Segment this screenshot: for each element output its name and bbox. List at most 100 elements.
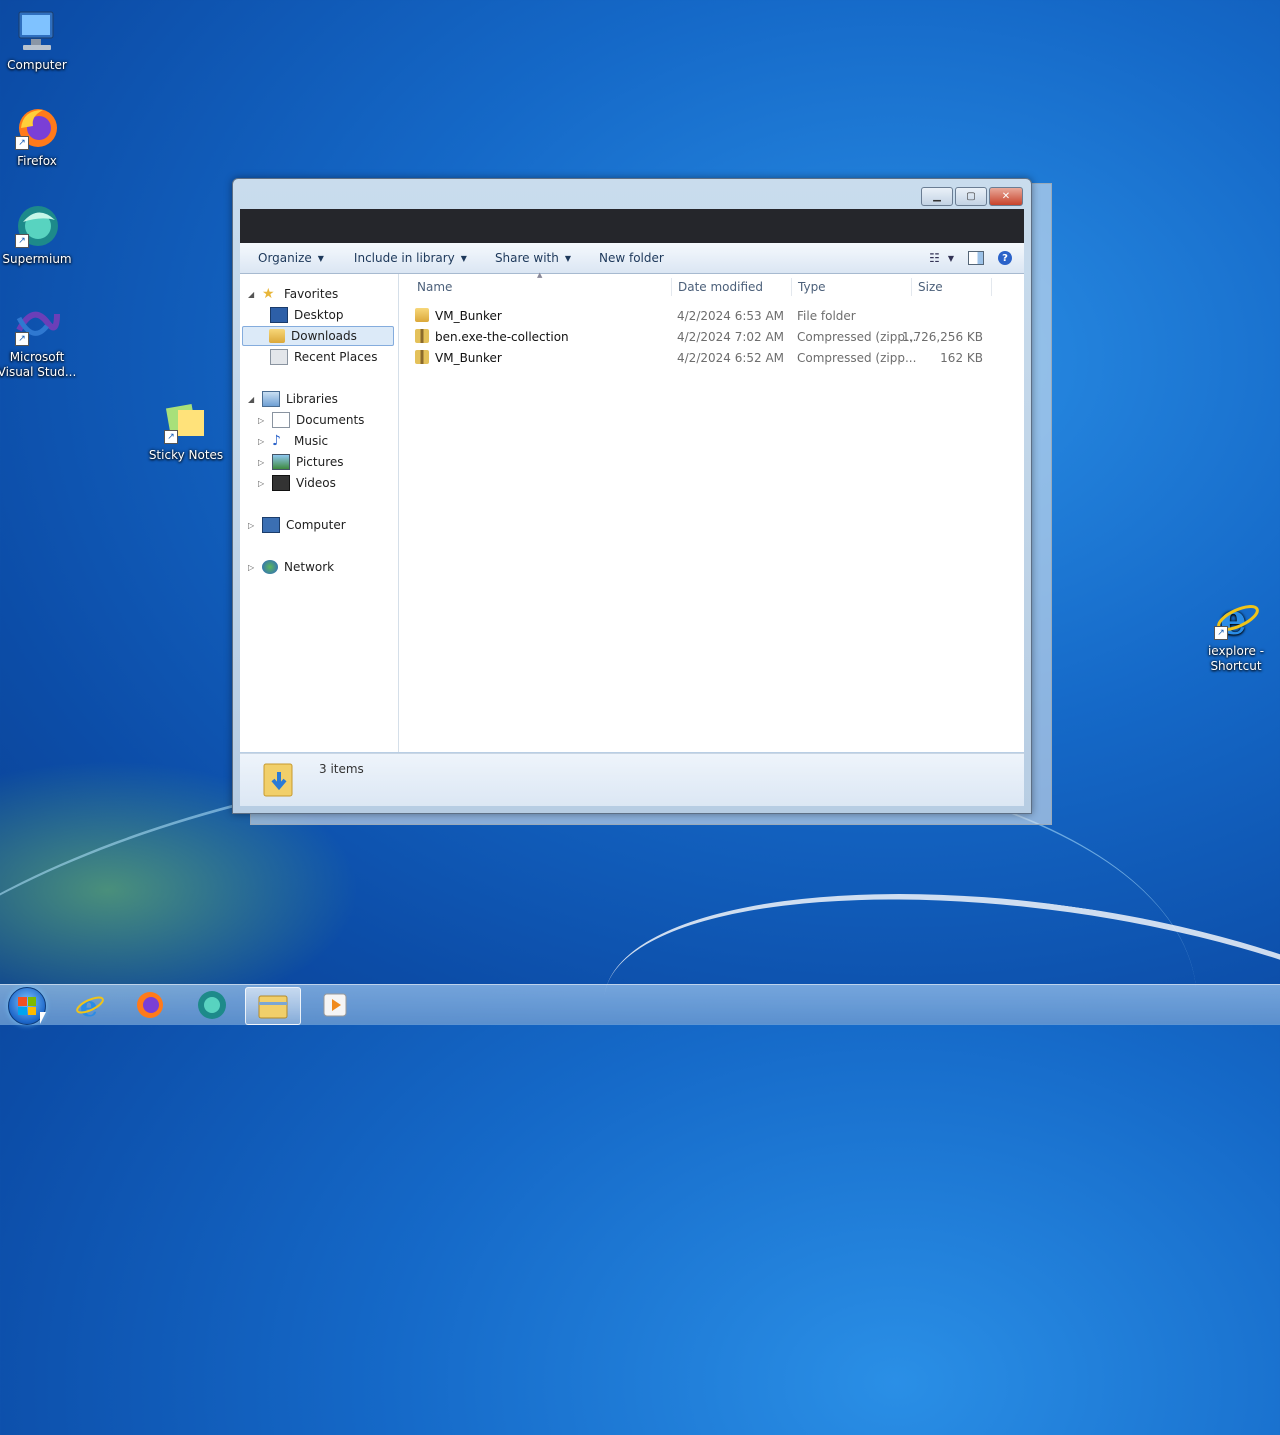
recent-places-icon bbox=[270, 349, 288, 365]
file-row[interactable]: VM_Bunker 4/2/2024 6:52 AM Compressed (z… bbox=[415, 348, 1015, 368]
computer-small-icon bbox=[262, 517, 280, 533]
file-type: Compressed (zipp... bbox=[797, 330, 917, 344]
file-date: 4/2/2024 6:53 AM bbox=[677, 309, 785, 323]
chevron-down-icon: ▼ bbox=[947, 253, 954, 263]
nav-downloads[interactable]: Downloads bbox=[242, 326, 394, 346]
firefox-icon bbox=[137, 992, 163, 1018]
nav-pictures[interactable]: ▷ Pictures bbox=[258, 452, 344, 472]
desktop-icon-visual-studio[interactable]: ↗ Microsoft Visual Stud... bbox=[0, 300, 77, 380]
collapsed-triangle-icon: ▷ bbox=[248, 520, 255, 530]
file-size: 1,726,256 KB bbox=[902, 330, 983, 344]
shortcut-arrow-icon: ↗ bbox=[1214, 626, 1228, 640]
new-folder-button[interactable]: New folder bbox=[589, 251, 674, 265]
close-button[interactable]: ✕ bbox=[989, 187, 1023, 206]
nav-music[interactable]: ▷ ♪ Music bbox=[258, 431, 328, 451]
help-icon[interactable]: ? bbox=[998, 251, 1012, 265]
taskbar-supermium[interactable] bbox=[185, 987, 239, 1023]
desktop-icon-iexplore[interactable]: e ↗ iexplore - Shortcut bbox=[1196, 594, 1276, 674]
desktop-icon-supermium[interactable]: ↗ Supermium bbox=[0, 202, 77, 267]
taskbar-media-player[interactable] bbox=[308, 987, 362, 1023]
column-header-name[interactable]: Name bbox=[417, 274, 452, 300]
folder-icon bbox=[258, 995, 288, 1019]
file-date: 4/2/2024 6:52 AM bbox=[677, 351, 785, 365]
internet-explorer-icon: e bbox=[76, 990, 104, 1021]
nav-libraries[interactable]: ◢ Libraries bbox=[248, 389, 338, 409]
file-name: VM_Bunker bbox=[435, 309, 502, 323]
share-with-button[interactable]: Share with ▼ bbox=[485, 251, 581, 265]
nav-computer[interactable]: ▷ Computer bbox=[248, 515, 346, 535]
desktop-icon-label: Supermium bbox=[2, 252, 72, 266]
address-bar[interactable] bbox=[240, 209, 1024, 243]
desktop-icon-label: Computer bbox=[7, 58, 67, 72]
shortcut-arrow-icon: ↗ bbox=[164, 430, 178, 444]
videos-icon bbox=[272, 475, 290, 491]
supermium-icon bbox=[198, 991, 226, 1019]
preview-pane-button[interactable] bbox=[968, 251, 984, 265]
svg-text:e: e bbox=[80, 990, 98, 1021]
shortcut-arrow-icon: ↗ bbox=[15, 332, 29, 346]
view-options-button[interactable]: ☷ ▼ bbox=[929, 251, 954, 265]
taskbar-firefox[interactable] bbox=[123, 987, 177, 1023]
chevron-down-icon: ▼ bbox=[460, 253, 467, 263]
zip-folder-icon bbox=[415, 329, 429, 343]
column-separator[interactable] bbox=[911, 278, 912, 296]
nav-documents[interactable]: ▷ Documents bbox=[258, 410, 364, 430]
file-date: 4/2/2024 7:02 AM bbox=[677, 330, 785, 344]
maximize-button[interactable]: ▢ bbox=[955, 187, 987, 206]
visual-studio-icon: ↗ bbox=[13, 300, 61, 348]
supermium-icon: ↗ bbox=[13, 202, 61, 250]
chevron-down-icon: ▼ bbox=[317, 253, 324, 263]
file-type: Compressed (zipp... bbox=[797, 351, 917, 365]
column-header-type[interactable]: Type bbox=[798, 274, 826, 300]
command-bar: Organize ▼ Include in library ▼ Share wi… bbox=[240, 243, 1024, 274]
computer-icon bbox=[13, 8, 61, 56]
column-header-size[interactable]: Size bbox=[918, 274, 943, 300]
downloads-folder-icon bbox=[269, 329, 285, 343]
shortcut-arrow-icon: ↗ bbox=[15, 234, 29, 248]
nav-desktop[interactable]: Desktop bbox=[270, 305, 344, 325]
item-count: 3 items bbox=[319, 762, 364, 776]
desktop-icon-computer[interactable]: Computer bbox=[0, 8, 77, 73]
sticky-notes-icon: ↗ bbox=[162, 398, 210, 446]
file-row[interactable]: ben.exe-the-collection 4/2/2024 7:02 AM … bbox=[415, 327, 1015, 347]
desktop-icon-label: iexplore - Shortcut bbox=[1207, 644, 1265, 673]
nav-network[interactable]: ▷ Network bbox=[248, 557, 334, 577]
firefox-icon: ↗ bbox=[13, 104, 61, 152]
column-separator[interactable] bbox=[791, 278, 792, 296]
file-row[interactable]: VM_Bunker 4/2/2024 6:53 AM File folder bbox=[415, 306, 1015, 326]
taskbar-explorer[interactable] bbox=[245, 987, 301, 1025]
desktop-icon-firefox[interactable]: ↗ Firefox bbox=[0, 104, 77, 169]
desktop-icon bbox=[270, 307, 288, 323]
column-header-date-modified[interactable]: Date modified bbox=[678, 274, 763, 300]
documents-icon bbox=[272, 412, 290, 428]
expanded-triangle-icon: ◢ bbox=[248, 394, 255, 404]
chevron-down-icon: ▼ bbox=[564, 253, 571, 263]
mouse-cursor-icon bbox=[40, 1012, 46, 1024]
include-in-library-button[interactable]: Include in library ▼ bbox=[344, 251, 477, 265]
sort-arrow-icon: ▲ bbox=[537, 271, 543, 279]
folder-icon bbox=[415, 308, 429, 322]
column-separator[interactable] bbox=[991, 278, 992, 296]
taskbar-internet-explorer[interactable]: e bbox=[63, 987, 117, 1023]
media-player-icon bbox=[323, 993, 347, 1017]
file-list: Name ▲ Date modified Type Size VM_Bunker… bbox=[399, 271, 1024, 752]
desktop-icon-sticky-notes[interactable]: ↗ Sticky Notes bbox=[146, 398, 226, 463]
nav-recent-places[interactable]: Recent Places bbox=[270, 347, 377, 367]
file-name: VM_Bunker bbox=[435, 351, 502, 365]
column-separator[interactable] bbox=[671, 278, 672, 296]
taskbar: e bbox=[0, 984, 1280, 1025]
shortcut-arrow-icon: ↗ bbox=[15, 136, 29, 150]
music-icon: ♪ bbox=[272, 433, 281, 449]
nav-favorites[interactable]: ◢ ★ Favorites bbox=[248, 284, 338, 304]
pictures-icon bbox=[272, 454, 290, 470]
libraries-icon bbox=[262, 391, 280, 407]
minimize-button[interactable]: ▁ bbox=[921, 187, 953, 206]
nav-videos[interactable]: ▷ Videos bbox=[258, 473, 336, 493]
collapsed-triangle-icon: ▷ bbox=[248, 562, 255, 572]
collapsed-triangle-icon: ▷ bbox=[258, 478, 265, 488]
new-folder-label: New folder bbox=[599, 251, 664, 265]
file-name: ben.exe-the-collection bbox=[435, 330, 569, 344]
details-pane: 3 items bbox=[240, 753, 1024, 806]
organize-button[interactable]: Organize ▼ bbox=[248, 251, 334, 265]
star-icon: ★ bbox=[262, 286, 275, 302]
